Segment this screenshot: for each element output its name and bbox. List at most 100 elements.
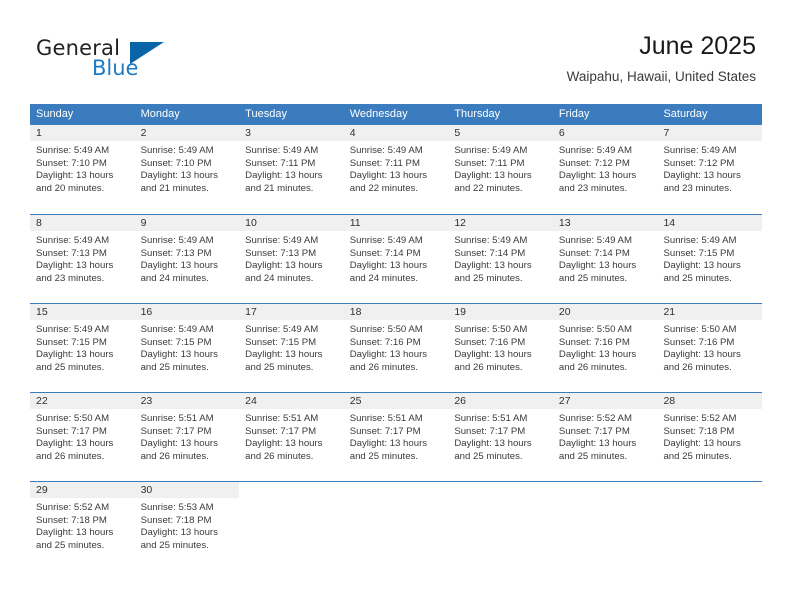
day-cell[interactable]: 26 Sunrise: 5:51 AM Sunset: 7:17 PM Dayligh… <box>448 393 553 481</box>
sunrise-text: Sunrise: 5:49 AM <box>454 235 528 246</box>
day-number <box>553 482 658 498</box>
calendar-page: General Blue June 2025 Waipahu, Hawaii, … <box>0 0 792 612</box>
sunset-text: Sunset: 7:17 PM <box>245 425 317 437</box>
sunrise-text: Sunrise: 5:50 AM <box>558 324 632 335</box>
day-cell[interactable]: 22 Sunrise: 5:50 AM Sunset: 7:17 PM Dayligh… <box>30 393 135 481</box>
location-subtitle: Waipahu, Hawaii, United States <box>566 69 756 84</box>
page-header: General Blue June 2025 Waipahu, Hawaii, … <box>0 0 792 96</box>
sunset-text: Sunset: 7:12 PM <box>663 157 735 169</box>
day-cell[interactable]: 11 Sunrise: 5:49 AM Sunset: 7:14 PM Dayligh… <box>343 215 449 303</box>
sunrise-text: Sunrise: 5:49 AM <box>140 145 214 156</box>
day-cell[interactable]: 25 Sunrise: 5:51 AM Sunset: 7:17 PM Dayligh… <box>343 393 449 481</box>
day-number <box>657 482 762 498</box>
sunrise-text: Sunrise: 5:50 AM <box>349 324 423 335</box>
day-number: 30 <box>134 482 240 498</box>
day-cell[interactable]: 1 Sunrise: 5:49 AM Sunset: 7:10 PM Daylight… <box>30 125 135 214</box>
sunrise-text: Sunrise: 5:49 AM <box>349 145 423 156</box>
day-number: 18 <box>343 304 449 320</box>
daylight-text-line2: and 25 minutes. <box>663 272 732 284</box>
day-cell[interactable]: 4 Sunrise: 5:49 AM Sunset: 7:11 PM Daylight… <box>343 125 449 214</box>
daylight-text-line2: and 24 minutes. <box>245 272 314 284</box>
day-number: 28 <box>657 393 763 409</box>
weekday-header-thursday: Thursday <box>454 108 501 120</box>
day-cell[interactable]: 3 Sunrise: 5:49 AM Sunset: 7:11 PM Daylight… <box>239 125 344 214</box>
day-cell[interactable]: 15 Sunrise: 5:49 AM Sunset: 7:15 PM Dayligh… <box>30 304 135 392</box>
day-number: 2 <box>134 125 240 141</box>
day-number: 29 <box>30 482 135 498</box>
day-cell[interactable]: 24 Sunrise: 5:51 AM Sunset: 7:17 PM Dayligh… <box>239 393 344 481</box>
daylight-text-line1: Daylight: 13 hours <box>140 170 218 182</box>
day-cell[interactable]: 14 Sunrise: 5:49 AM Sunset: 7:15 PM Dayligh… <box>657 215 763 303</box>
day-number: 8 <box>30 215 135 231</box>
day-cell[interactable]: 12 Sunrise: 5:49 AM Sunset: 7:14 PM Dayligh… <box>448 215 553 303</box>
day-details: Sunrise: 5:50 AM Sunset: 7:16 PM Daylight:… <box>448 320 553 374</box>
daylight-text-line1: Daylight: 13 hours <box>349 349 428 361</box>
sunrise-text: Sunrise: 5:49 AM <box>245 324 319 335</box>
day-cell[interactable]: 16 Sunrise: 5:49 AM Sunset: 7:15 PM Dayligh… <box>134 304 240 392</box>
day-details <box>239 498 344 502</box>
day-cell[interactable]: 10 Sunrise: 5:49 AM Sunset: 7:13 PM Dayligh… <box>239 215 344 303</box>
sunrise-text: Sunrise: 5:49 AM <box>663 145 737 156</box>
daylight-text-line2: and 25 minutes. <box>454 272 523 284</box>
daylight-text-line1: Daylight: 13 hours <box>140 527 218 539</box>
day-number: 21 <box>657 304 763 320</box>
day-cell[interactable]: 8 Sunrise: 5:49 AM Sunset: 7:13 PM Daylight… <box>30 215 135 303</box>
sunrise-text: Sunrise: 5:49 AM <box>454 145 528 156</box>
sunset-text: Sunset: 7:16 PM <box>454 336 526 348</box>
daylight-text-line1: Daylight: 13 hours <box>558 349 637 361</box>
day-cell[interactable]: 27 Sunrise: 5:52 AM Sunset: 7:17 PM Dayligh… <box>552 393 658 481</box>
day-cell[interactable]: 2 Sunrise: 5:49 AM Sunset: 7:10 PM Daylight… <box>134 125 240 214</box>
day-details: Sunrise: 5:52 AM Sunset: 7:17 PM Daylight:… <box>553 409 658 463</box>
page-title: June 2025 <box>639 32 756 60</box>
day-details <box>344 498 449 502</box>
day-number: 20 <box>552 304 658 320</box>
sunrise-text: Sunrise: 5:51 AM <box>454 413 528 424</box>
sunset-text: Sunset: 7:18 PM <box>140 514 212 526</box>
daylight-text-line2: and 20 minutes. <box>36 182 105 194</box>
day-cell[interactable]: 29 Sunrise: 5:52 AM Sunset: 7:18 PM Dayligh… <box>30 482 135 570</box>
day-cell[interactable]: 13 Sunrise: 5:49 AM Sunset: 7:14 PM Dayligh… <box>552 215 658 303</box>
day-cell[interactable]: 20 Sunrise: 5:50 AM Sunset: 7:16 PM Dayligh… <box>552 304 658 392</box>
daylight-text-line1: Daylight: 13 hours <box>36 170 114 182</box>
daylight-text-line2: and 25 minutes. <box>558 450 628 462</box>
day-number: 22 <box>30 393 135 409</box>
day-details <box>448 498 553 502</box>
daylight-text-line1: Daylight: 13 hours <box>36 438 114 450</box>
day-details: Sunrise: 5:49 AM Sunset: 7:13 PM Daylight:… <box>135 231 240 285</box>
day-number: 24 <box>239 393 344 409</box>
daylight-text-line1: Daylight: 13 hours <box>349 438 428 450</box>
day-details: Sunrise: 5:49 AM Sunset: 7:15 PM Daylight:… <box>30 320 135 374</box>
day-cell[interactable]: 5 Sunrise: 5:49 AM Sunset: 7:11 PM Daylight… <box>448 125 553 214</box>
day-details: Sunrise: 5:49 AM Sunset: 7:10 PM Daylight:… <box>135 141 240 195</box>
day-cell[interactable]: 18 Sunrise: 5:50 AM Sunset: 7:16 PM Dayligh… <box>343 304 449 392</box>
day-cell[interactable]: 21 Sunrise: 5:50 AM Sunset: 7:16 PM Dayligh… <box>657 304 763 392</box>
daylight-text-line2: and 23 minutes. <box>36 272 105 284</box>
sunset-text: Sunset: 7:10 PM <box>140 157 212 169</box>
day-details: Sunrise: 5:49 AM Sunset: 7:11 PM Daylight:… <box>448 141 553 195</box>
sunrise-text: Sunrise: 5:49 AM <box>140 324 214 335</box>
day-cell[interactable]: 28 Sunrise: 5:52 AM Sunset: 7:18 PM Dayligh… <box>657 393 763 481</box>
general-blue-logo[interactable]: General Blue <box>36 36 196 84</box>
day-cell[interactable]: 7 Sunrise: 5:49 AM Sunset: 7:12 PM Daylight… <box>657 125 763 214</box>
daylight-text-line1: Daylight: 13 hours <box>663 170 741 182</box>
day-cell[interactable]: 17 Sunrise: 5:49 AM Sunset: 7:15 PM Dayligh… <box>239 304 344 392</box>
day-details: Sunrise: 5:49 AM Sunset: 7:11 PM Daylight:… <box>239 141 344 195</box>
sunset-text: Sunset: 7:13 PM <box>140 247 212 259</box>
day-cell[interactable]: 9 Sunrise: 5:49 AM Sunset: 7:13 PM Daylight… <box>134 215 240 303</box>
title-block: June 2025 Waipahu, Hawaii, United States <box>567 30 756 85</box>
day-cell[interactable]: 19 Sunrise: 5:50 AM Sunset: 7:16 PM Dayligh… <box>448 304 553 392</box>
daylight-text-line1: Daylight: 13 hours <box>663 438 741 450</box>
daylight-text-line2: and 22 minutes. <box>349 182 419 194</box>
daylight-text-line1: Daylight: 13 hours <box>663 349 741 361</box>
day-cell[interactable]: 30 Sunrise: 5:53 AM Sunset: 7:18 PM Dayligh… <box>134 482 240 570</box>
sunset-text: Sunset: 7:11 PM <box>245 157 316 169</box>
day-details: Sunrise: 5:49 AM Sunset: 7:11 PM Daylight:… <box>344 141 449 195</box>
day-number: 1 <box>30 125 135 141</box>
sunset-text: Sunset: 7:17 PM <box>36 425 107 437</box>
day-cell[interactable]: 23 Sunrise: 5:51 AM Sunset: 7:17 PM Dayligh… <box>134 393 240 481</box>
sunrise-text: Sunrise: 5:52 AM <box>558 413 632 424</box>
day-details: Sunrise: 5:51 AM Sunset: 7:17 PM Daylight:… <box>344 409 449 463</box>
week-row: 1 Sunrise: 5:49 AM Sunset: 7:10 PM Daylight… <box>30 125 763 214</box>
day-cell[interactable]: 6 Sunrise: 5:49 AM Sunset: 7:12 PM Daylight… <box>552 125 658 214</box>
day-details: Sunrise: 5:52 AM Sunset: 7:18 PM Daylight:… <box>30 498 135 552</box>
